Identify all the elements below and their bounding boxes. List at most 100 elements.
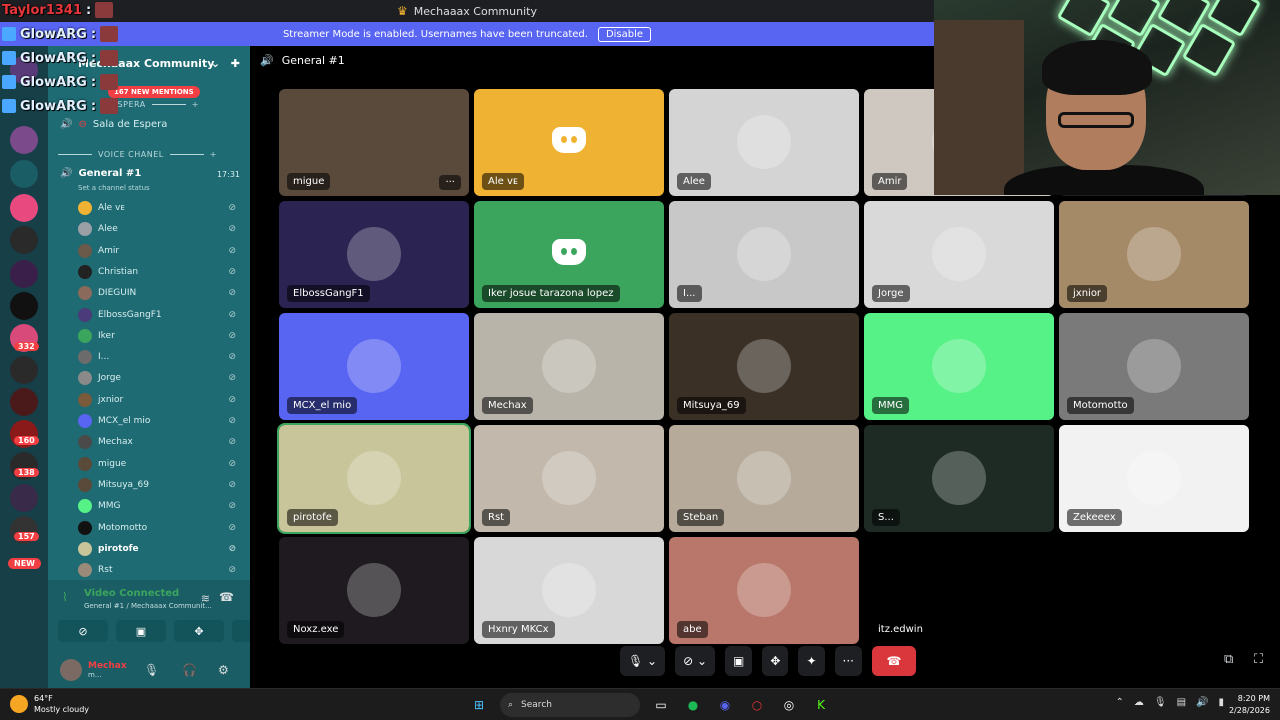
video-tile[interactable]: itz.edwin xyxy=(864,537,1054,644)
video-tile[interactable]: migue ··· xyxy=(279,89,469,196)
voice-member[interactable]: Ale ᴠᴇ ⊘ xyxy=(78,198,244,218)
avatar[interactable] xyxy=(60,659,82,681)
server-icon[interactable] xyxy=(10,388,38,416)
voice-member[interactable]: MMG ⊘ xyxy=(78,496,244,516)
chevron-up-icon[interactable]: ⌃ xyxy=(1115,697,1123,708)
voice-member[interactable]: Mechax ⊘ xyxy=(78,432,244,452)
video-tile[interactable]: S... xyxy=(864,425,1054,532)
fullscreen-icon[interactable]: ⛶ xyxy=(1254,652,1263,667)
add-member-icon[interactable]: ✚ xyxy=(231,57,240,70)
server-icon[interactable] xyxy=(10,260,38,288)
share-screen-button[interactable]: ▣ xyxy=(725,646,753,676)
video-tile[interactable]: Alee xyxy=(669,89,859,196)
video-tile[interactable]: Hxnry MKCx xyxy=(474,537,664,644)
voice-member[interactable]: jxnior ⊘ xyxy=(78,390,244,410)
channel-status-link[interactable]: Set a channel status xyxy=(78,184,150,192)
popout-icon[interactable]: ⧉ xyxy=(1224,652,1233,667)
video-tile[interactable]: MCX_el mio xyxy=(279,313,469,420)
voice-member[interactable]: Christian ⊘ xyxy=(78,262,244,282)
participant-name: Ale ᴠᴇ xyxy=(482,173,524,190)
network-icon[interactable]: ▤ xyxy=(1177,697,1186,708)
voice-member[interactable]: ElbossGangF1 ⊘ xyxy=(78,305,244,325)
voice-member[interactable]: MCX_el mio ⊘ xyxy=(78,411,244,431)
voice-member[interactable]: Amir ⊘ xyxy=(78,241,244,261)
server-icon[interactable] xyxy=(10,484,38,512)
voice-member[interactable]: Rst ⊘ xyxy=(78,560,244,580)
cloud-icon[interactable]: ☁ xyxy=(1134,697,1144,708)
server-icon[interactable] xyxy=(10,226,38,254)
mute-button[interactable]: 🎙 ⌄ xyxy=(620,646,666,676)
video-tile[interactable]: Steban xyxy=(669,425,859,532)
soundboard-button[interactable]: ✦ xyxy=(798,646,825,676)
mic-icon[interactable]: 🎙 xyxy=(1154,697,1167,708)
camera-button[interactable]: ⊘ ⌄ xyxy=(675,646,716,676)
category-header[interactable]: VOICE CHANEL + xyxy=(58,150,217,159)
voice-member[interactable]: DIEGUIN ⊘ xyxy=(78,283,244,303)
server-icon[interactable] xyxy=(10,194,38,222)
headphones-icon[interactable]: 🎧 xyxy=(182,663,197,677)
video-tile[interactable]: jxnior xyxy=(1059,201,1249,308)
voice-member[interactable]: Iker ⊘ xyxy=(78,326,244,346)
share-screen-button[interactable]: ▣ xyxy=(116,620,166,642)
more-options-icon[interactable]: ··· xyxy=(439,175,461,190)
participant-name: Noxz.exe xyxy=(287,621,345,638)
voice-status-subtitle[interactable]: General #1 / Mechaaax Communit... xyxy=(84,602,234,610)
gear-icon[interactable]: ⚙ xyxy=(218,663,229,677)
task-view-icon[interactable]: ▭ xyxy=(650,694,672,716)
video-tile[interactable]: Ale ᴠᴇ xyxy=(474,89,664,196)
mic-icon[interactable]: 🎙 xyxy=(144,663,159,677)
add-channel-icon[interactable]: + xyxy=(192,100,199,109)
taskbar-clock[interactable]: 8:20 PM 2/28/2026 xyxy=(1229,693,1270,717)
server-icon[interactable] xyxy=(10,126,38,154)
voice-member[interactable]: Alee ⊘ xyxy=(78,219,244,239)
video-tile[interactable]: Iker josue tarazona lopez xyxy=(474,201,664,308)
video-tile[interactable]: ElbossGangF1 xyxy=(279,201,469,308)
video-tile[interactable]: Mitsuya_69 xyxy=(669,313,859,420)
voice-member[interactable]: Jorge ⊘ xyxy=(78,368,244,388)
camera-off-button[interactable]: ⊘ xyxy=(58,620,108,642)
activities-button[interactable]: ✥ xyxy=(174,620,224,642)
weather-widget[interactable]: 64°F Mostly cloudy xyxy=(10,693,89,715)
discord-icon[interactable]: ◉ xyxy=(714,694,736,716)
windows-start-icon[interactable]: ⊞ xyxy=(468,694,490,716)
video-tile[interactable]: Zekeeex xyxy=(1059,425,1249,532)
video-tile[interactable]: Rst xyxy=(474,425,664,532)
video-tile[interactable]: Motomotto xyxy=(1059,313,1249,420)
video-tile[interactable]: Jorge xyxy=(864,201,1054,308)
channel-general-1[interactable]: 🔊 General #1 xyxy=(60,168,141,179)
chevron-down-icon[interactable]: ⌄ xyxy=(211,57,220,70)
voice-member[interactable]: pirotofe ⊘ xyxy=(78,539,244,559)
disable-streamer-mode-button[interactable]: Disable xyxy=(597,26,652,42)
voice-member[interactable]: I... ⊘ xyxy=(78,347,244,367)
video-tile[interactable]: Mechax xyxy=(474,313,664,420)
windows-taskbar: 64°F Mostly cloudy ⊞ ⌕ Search ▭ ● ◉ ○ ◎ … xyxy=(0,688,1280,720)
activities-button[interactable]: ✥ xyxy=(762,646,789,676)
disconnect-icon[interactable]: ☎ xyxy=(219,590,234,604)
voice-member[interactable]: Mitsuya_69 ⊘ xyxy=(78,475,244,495)
video-tile[interactable]: abe xyxy=(669,537,859,644)
soundboard-icon[interactable]: ≋ xyxy=(201,592,210,605)
more-options-button[interactable]: ··· xyxy=(834,646,862,676)
add-channel-icon[interactable]: + xyxy=(210,150,217,159)
video-tile[interactable]: I... xyxy=(669,201,859,308)
spotify-icon[interactable]: ● xyxy=(682,694,704,716)
volume-icon[interactable]: 🔊 xyxy=(1196,697,1208,708)
leave-call-button[interactable]: ☎ xyxy=(871,646,916,676)
server-icon[interactable] xyxy=(10,292,38,320)
search-icon: ⌕ xyxy=(508,700,514,710)
new-mentions-badge[interactable]: 167 NEW MENTIONS xyxy=(108,86,200,98)
voice-member[interactable]: migue ⊘ xyxy=(78,454,244,474)
battery-icon[interactable]: ▮ xyxy=(1218,697,1224,708)
opera-icon[interactable]: ○ xyxy=(746,694,768,716)
voice-member[interactable]: Motomotto ⊘ xyxy=(78,518,244,538)
server-folder[interactable] xyxy=(10,160,38,188)
category-header[interactable]: ESPERA + xyxy=(112,100,199,109)
channel-waiting-room[interactable]: 🔊 ⊖ Sala de Espera xyxy=(60,119,167,130)
video-tile[interactable]: MMG xyxy=(864,313,1054,420)
kick-icon[interactable]: K xyxy=(810,694,832,716)
video-tile[interactable]: Noxz.exe xyxy=(279,537,469,644)
taskbar-search[interactable]: ⌕ Search xyxy=(500,693,640,717)
video-tile[interactable]: pirotofe xyxy=(277,423,471,534)
app-icon[interactable]: ◎ xyxy=(778,694,800,716)
server-icon[interactable] xyxy=(10,356,38,384)
